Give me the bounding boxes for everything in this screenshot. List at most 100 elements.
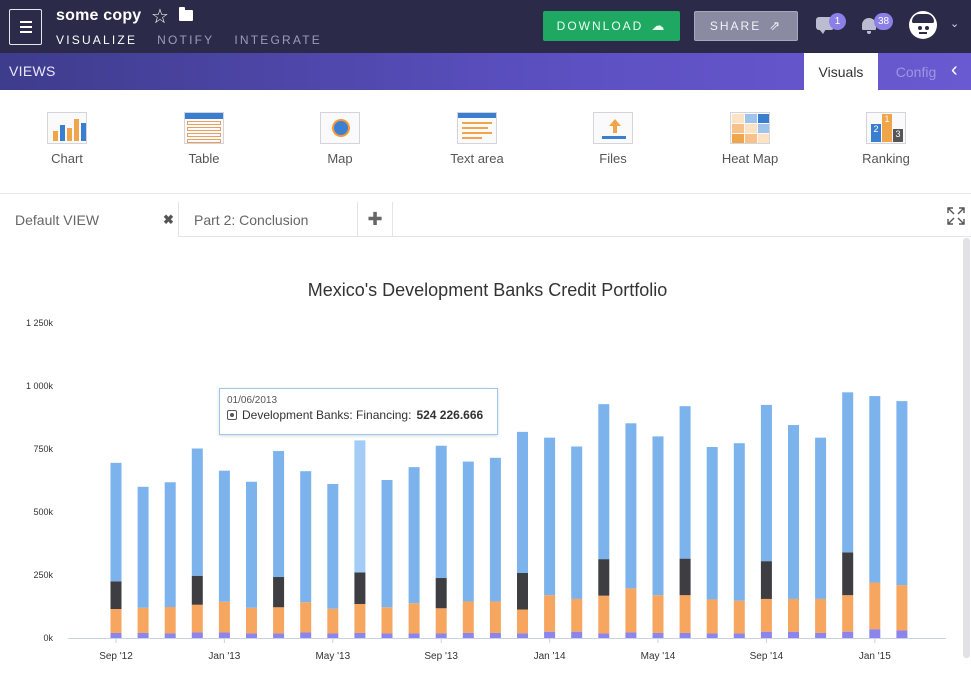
bar-segment-blue[interactable] — [842, 392, 854, 553]
bar-segment-purple[interactable] — [164, 633, 176, 638]
bar-segment-orange[interactable] — [435, 608, 447, 634]
bar-segment-blue[interactable] — [733, 443, 745, 601]
bar-segment-orange[interactable] — [327, 608, 339, 634]
doc-tab-part-2[interactable]: Part 2: Conclusion — [179, 202, 358, 237]
bar-segment-blue[interactable] — [137, 486, 149, 608]
bar-segment-orange[interactable] — [246, 607, 257, 634]
nav-notify[interactable]: NOTIFY — [157, 33, 214, 47]
bar-segment-orange[interactable] — [788, 598, 799, 632]
share-button[interactable]: SHARE ⇗ — [694, 11, 798, 41]
bar-segment-purple[interactable] — [354, 632, 366, 638]
bar-segment-purple[interactable] — [435, 633, 447, 638]
bar-segment-orange[interactable] — [896, 585, 908, 631]
palette-item-text-area[interactable]: Text area — [437, 112, 517, 166]
bar-segment-orange[interactable] — [760, 598, 772, 632]
bar-segment-blue[interactable] — [679, 406, 691, 559]
doc-tab-default-view[interactable]: Default VIEW ✖ — [0, 202, 179, 237]
bar-segment-purple[interactable] — [652, 632, 664, 638]
bar-segment-blue[interactable] — [327, 484, 339, 609]
bar-segment-purple[interactable] — [191, 632, 203, 638]
bar-segment-orange[interactable] — [625, 588, 637, 633]
bar-segment-orange[interactable] — [652, 595, 664, 633]
bar-segment-purple[interactable] — [300, 632, 312, 638]
avatar[interactable] — [909, 11, 937, 39]
bar-segment-blue[interactable] — [815, 437, 827, 599]
bar-segment-purple[interactable] — [517, 633, 528, 638]
bar-segment-purple[interactable] — [598, 633, 610, 638]
bar-segment-orange[interactable] — [815, 598, 827, 633]
bar-segment-blue[interactable] — [544, 437, 556, 596]
bar-segment-purple[interactable] — [625, 632, 637, 638]
bar-segment-dark[interactable] — [517, 572, 528, 610]
palette-item-ranking[interactable]: 2 1 3 Ranking — [846, 112, 926, 166]
bar-segment-orange[interactable] — [598, 595, 610, 634]
bar-segment-dark[interactable] — [354, 572, 366, 604]
bar-segment-dark[interactable] — [110, 581, 122, 610]
add-tab-plus-icon[interactable]: ✚ — [358, 202, 393, 237]
bar-segment-orange[interactable] — [300, 602, 312, 633]
bar-segment-purple[interactable] — [869, 629, 881, 638]
palette-item-files[interactable]: Files — [573, 112, 653, 166]
bar-segment-orange[interactable] — [869, 582, 881, 630]
bar-segment-blue[interactable] — [246, 481, 257, 608]
bar-segment-purple[interactable] — [788, 631, 799, 638]
bar-segment-purple[interactable] — [408, 633, 420, 638]
bar-segment-orange[interactable] — [164, 607, 176, 634]
tab-config[interactable]: Config — [878, 53, 954, 90]
bar-segment-orange[interactable] — [273, 607, 285, 634]
bar-segment-orange[interactable] — [706, 599, 718, 634]
bar-segment-orange[interactable] — [462, 601, 474, 633]
bar-segment-orange[interactable] — [517, 609, 528, 634]
bar-segment-blue[interactable] — [571, 446, 583, 599]
bar-segment-purple[interactable] — [896, 630, 908, 638]
bar-segment-blue[interactable] — [381, 479, 393, 608]
star-icon[interactable]: ☆ — [151, 4, 169, 29]
bar-segment-orange[interactable] — [381, 607, 393, 634]
bar-segment-orange[interactable] — [571, 598, 583, 632]
bar-segment-blue[interactable] — [625, 423, 637, 589]
bar-segment-orange[interactable] — [218, 601, 230, 633]
palette-item-heat-map[interactable]: Heat Map — [710, 112, 790, 166]
bar-segment-orange[interactable] — [354, 603, 366, 633]
bar-segment-orange[interactable] — [544, 595, 556, 632]
fullscreen-expand-icon[interactable] — [946, 206, 966, 226]
bar-segment-purple[interactable] — [489, 632, 501, 638]
bar-segment-blue[interactable] — [896, 401, 908, 586]
bar-segment-purple[interactable] — [571, 631, 583, 638]
bar-segment-orange[interactable] — [191, 604, 203, 633]
close-icon[interactable]: ✖ — [163, 212, 174, 228]
bar-segment-purple[interactable] — [137, 632, 149, 638]
nav-integrate[interactable]: INTEGRATE — [234, 33, 322, 47]
palette-item-chart[interactable]: Chart — [27, 112, 107, 166]
bar-segment-purple[interactable] — [273, 633, 285, 638]
bar-segment-orange[interactable] — [842, 595, 854, 632]
bar-segment-blue[interactable] — [435, 445, 447, 579]
bar-segment-purple[interactable] — [462, 632, 474, 638]
bar-segment-blue[interactable] — [760, 404, 772, 562]
bar-segment-blue[interactable] — [462, 461, 474, 602]
bar-segment-blue[interactable] — [869, 396, 881, 583]
folder-icon[interactable] — [179, 7, 193, 21]
bar-segment-orange[interactable] — [489, 601, 501, 633]
bar-segment-purple[interactable] — [246, 633, 257, 638]
hamburger-menu-icon[interactable] — [9, 9, 42, 45]
bar-segment-blue[interactable] — [273, 451, 285, 578]
bar-segment-purple[interactable] — [327, 633, 339, 638]
bar-segment-dark[interactable] — [842, 552, 854, 596]
bar-segment-orange[interactable] — [408, 603, 420, 634]
bar-segment-blue[interactable] — [788, 425, 799, 599]
bar-segment-orange[interactable] — [137, 607, 149, 633]
nav-visualize[interactable]: VISUALIZE — [56, 33, 137, 47]
bar-segment-purple[interactable] — [544, 631, 556, 638]
bar-segment-orange[interactable] — [679, 595, 691, 633]
bar-segment-blue[interactable] — [164, 482, 176, 608]
bar-segment-orange[interactable] — [733, 600, 745, 634]
bar-segment-blue[interactable] — [354, 440, 366, 573]
bar-segment-blue[interactable] — [706, 446, 718, 600]
bar-segment-blue[interactable] — [218, 470, 230, 602]
bar-segment-purple[interactable] — [110, 632, 122, 638]
bar-segment-blue[interactable] — [110, 462, 122, 582]
palette-item-table[interactable]: Table — [164, 112, 244, 166]
bar-segment-dark[interactable] — [273, 577, 285, 608]
bar-segment-purple[interactable] — [381, 633, 393, 638]
